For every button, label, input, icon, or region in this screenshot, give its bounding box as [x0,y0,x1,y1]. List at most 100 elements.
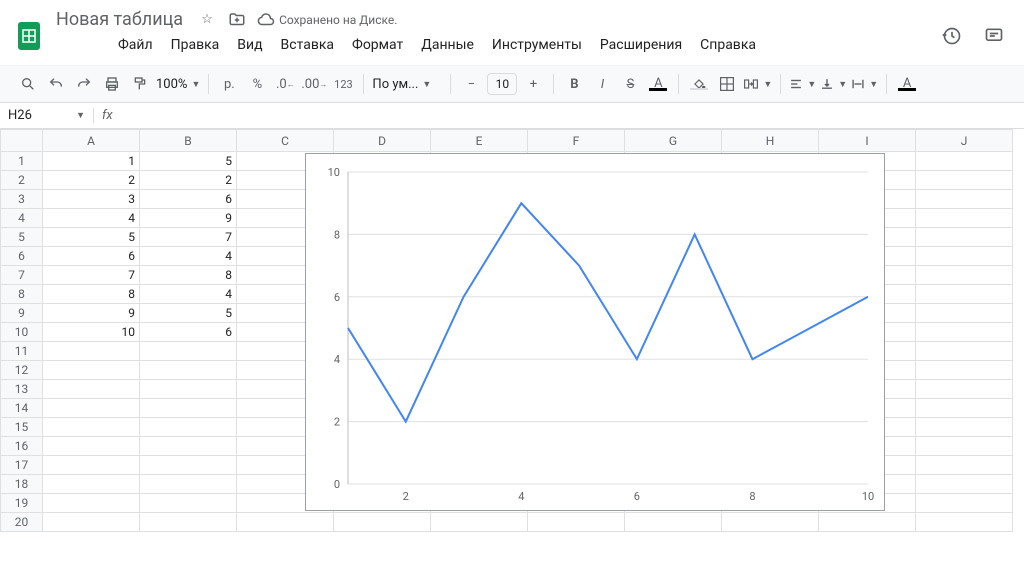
cell-B12[interactable] [140,361,237,380]
cell-B10[interactable]: 6 [140,323,237,342]
cell-F20[interactable] [528,513,625,532]
number-format-button[interactable]: 123 [331,72,355,96]
column-header-B[interactable]: B [140,130,237,152]
cell-C20[interactable] [237,513,334,532]
cell-A11[interactable] [43,342,140,361]
cell-J20[interactable] [916,513,1013,532]
cell-B6[interactable]: 4 [140,247,237,266]
cell-B17[interactable] [140,456,237,475]
bold-button[interactable]: B [562,72,586,96]
row-header-5[interactable]: 5 [1,228,43,247]
row-header-3[interactable]: 3 [1,190,43,209]
cell-J1[interactable] [916,152,1013,171]
cell-A7[interactable]: 7 [43,266,140,285]
borders-button[interactable] [715,72,739,96]
horizontal-align-button[interactable]: ▼ [789,72,816,96]
column-header-F[interactable]: F [528,130,625,152]
cell-B5[interactable]: 7 [140,228,237,247]
row-header-20[interactable]: 20 [1,513,43,532]
cell-A12[interactable] [43,361,140,380]
cell-A6[interactable]: 6 [43,247,140,266]
cell-J4[interactable] [916,209,1013,228]
cell-J5[interactable] [916,228,1013,247]
comments-icon[interactable] [984,26,1004,46]
cell-J13[interactable] [916,380,1013,399]
row-header-2[interactable]: 2 [1,171,43,190]
paint-format-button[interactable] [128,72,152,96]
redo-button[interactable] [72,72,96,96]
history-icon[interactable] [942,26,962,46]
cell-A4[interactable]: 4 [43,209,140,228]
cell-B4[interactable]: 9 [140,209,237,228]
cell-J6[interactable] [916,247,1013,266]
row-header-11[interactable]: 11 [1,342,43,361]
row-header-10[interactable]: 10 [1,323,43,342]
cell-A20[interactable] [43,513,140,532]
font-size-input[interactable]: 10 [487,73,517,95]
cell-A19[interactable] [43,494,140,513]
cell-A16[interactable] [43,437,140,456]
cell-B20[interactable] [140,513,237,532]
cell-J17[interactable] [916,456,1013,475]
cell-B9[interactable]: 5 [140,304,237,323]
menu-вид[interactable]: Вид [229,33,270,57]
cell-A8[interactable]: 8 [43,285,140,304]
column-header-A[interactable]: A [43,130,140,152]
cell-J11[interactable] [916,342,1013,361]
row-header-6[interactable]: 6 [1,247,43,266]
menu-данные[interactable]: Данные [413,33,482,57]
text-color-button-2[interactable]: A [895,72,919,96]
column-header-G[interactable]: G [625,130,722,152]
cell-J16[interactable] [916,437,1013,456]
cell-A3[interactable]: 3 [43,190,140,209]
cell-B3[interactable]: 6 [140,190,237,209]
increase-font-button[interactable]: + [521,72,545,96]
print-button[interactable] [100,72,124,96]
menu-файл[interactable]: Файл [110,33,161,57]
cell-J19[interactable] [916,494,1013,513]
select-all-corner[interactable] [1,130,43,152]
cell-G20[interactable] [625,513,722,532]
currency-button[interactable]: р. [217,72,241,96]
cell-A1[interactable]: 1 [43,152,140,171]
cell-H20[interactable] [722,513,819,532]
cell-A13[interactable] [43,380,140,399]
cell-B8[interactable]: 4 [140,285,237,304]
column-header-I[interactable]: I [819,130,916,152]
menu-расширения[interactable]: Расширения [592,33,690,57]
undo-button[interactable] [44,72,68,96]
cell-A9[interactable]: 9 [43,304,140,323]
embedded-chart[interactable]: 0246810246810 [305,153,885,511]
cell-B7[interactable]: 8 [140,266,237,285]
row-header-15[interactable]: 15 [1,418,43,437]
decrease-decimal-button[interactable]: .0← [273,72,297,96]
cell-J18[interactable] [916,475,1013,494]
menu-инструменты[interactable]: Инструменты [484,33,590,57]
cell-A10[interactable]: 10 [43,323,140,342]
column-header-J[interactable]: J [916,130,1013,152]
cell-J7[interactable] [916,266,1013,285]
cell-J9[interactable] [916,304,1013,323]
percent-button[interactable]: % [245,72,269,96]
font-family-dropdown[interactable]: По ум...▼ [372,77,442,92]
cell-B13[interactable] [140,380,237,399]
row-header-17[interactable]: 17 [1,456,43,475]
star-icon[interactable]: ☆ [197,10,217,30]
formula-input[interactable] [121,108,1024,123]
vertical-align-button[interactable]: ▼ [820,72,847,96]
zoom-dropdown[interactable]: 100%▼ [156,77,200,92]
italic-button[interactable]: I [590,72,614,96]
cell-A15[interactable] [43,418,140,437]
menu-справка[interactable]: Справка [692,33,764,57]
row-header-12[interactable]: 12 [1,361,43,380]
cell-D20[interactable] [334,513,431,532]
name-box[interactable]: H26 ▼ [0,108,94,123]
document-title[interactable]: Новая таблица [52,8,187,31]
cell-B1[interactable]: 5 [140,152,237,171]
cell-A17[interactable] [43,456,140,475]
cell-A14[interactable] [43,399,140,418]
column-header-E[interactable]: E [431,130,528,152]
row-header-14[interactable]: 14 [1,399,43,418]
cell-J12[interactable] [916,361,1013,380]
cell-I20[interactable] [819,513,916,532]
